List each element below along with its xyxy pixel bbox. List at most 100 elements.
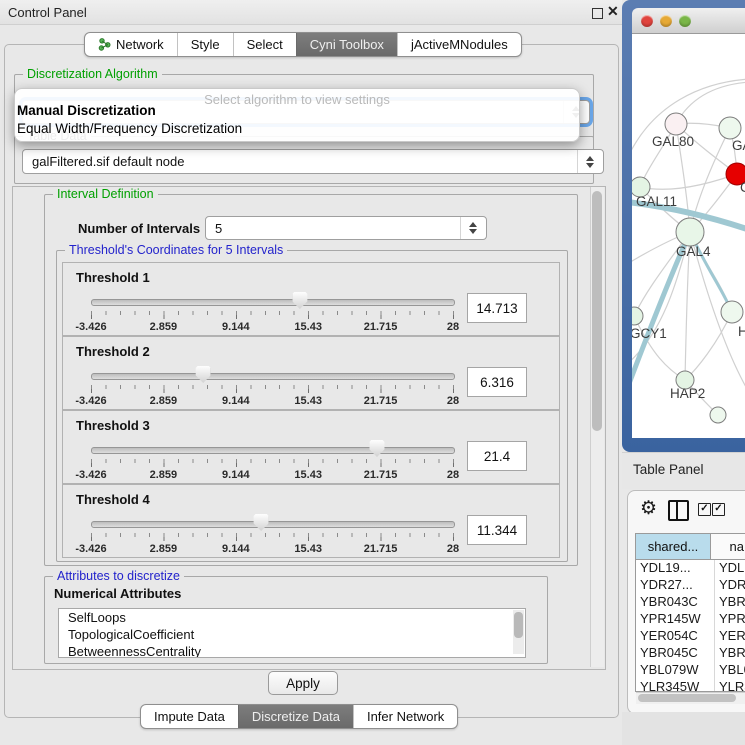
table-row[interactable]: YDL19...YDL1	[636, 560, 745, 577]
table-horizontal-scrollbar[interactable]	[636, 692, 745, 704]
tick-label: 9.144	[222, 469, 250, 481]
select-all-checkbox-icon[interactable]: ✓	[698, 503, 711, 516]
table-row[interactable]: YDR27...YDR2	[636, 577, 745, 594]
cell[interactable]: YDL19...	[636, 560, 715, 577]
tab-select[interactable]: Select	[233, 33, 296, 56]
network-canvas[interactable]: GAL80 GA C GAL11 GAL4 GCY1 H HAP2	[632, 34, 745, 438]
tab-style[interactable]: Style	[177, 33, 233, 56]
list-scrollbar[interactable]	[513, 610, 524, 654]
show-columns-icon[interactable]	[668, 500, 689, 521]
label-gcy1: GCY1	[632, 326, 667, 341]
threshold-4-value-field[interactable]: 11.344	[467, 515, 527, 545]
table-row[interactable]: YBL079WYBL0	[636, 662, 745, 679]
cell[interactable]: YBL079W	[636, 662, 715, 679]
threshold-3-value-field[interactable]: 21.4	[467, 441, 527, 471]
cell[interactable]: YDR2	[715, 577, 745, 594]
column-header-name[interactable]: na	[711, 534, 745, 559]
list-item[interactable]: TopologicalCoefficient	[59, 626, 525, 643]
table-row[interactable]: YLR345WYLR3	[636, 679, 745, 692]
node-gcy1[interactable]	[632, 307, 643, 325]
tick-label: 15.43	[294, 543, 322, 555]
tab-jactivemnodules-label: jActiveMNodules	[411, 37, 508, 52]
float-window-icon[interactable]	[592, 8, 603, 19]
tab-jactivemnodules[interactable]: jActiveMNodules	[397, 33, 521, 56]
cell[interactable]: YDR27...	[636, 577, 715, 594]
cell[interactable]: YPR1	[715, 611, 745, 628]
cell[interactable]: YLR345W	[636, 679, 715, 692]
slider-scale: -3.426 2.859 9.144 15.43 21.715 28	[91, 467, 453, 481]
cell[interactable]: YBR043C	[636, 594, 715, 611]
cell[interactable]: YER054C	[636, 628, 715, 645]
table-row[interactable]: YBR045CYBR0	[636, 645, 745, 662]
node-partial-bottom[interactable]	[710, 407, 726, 423]
table-row[interactable]: YBR043CYBR0	[636, 594, 745, 611]
threshold-1-value-field[interactable]: 14.713	[467, 293, 527, 323]
cell[interactable]: YDL1	[715, 560, 745, 577]
slider-scale: -3.426 2.859 9.144 15.43 21.715 28	[91, 319, 453, 333]
list-item[interactable]: SelfLoops	[59, 609, 525, 626]
table-data-combobox[interactable]: galFiltered.sif default node	[22, 149, 604, 174]
table-panel-title: Table Panel	[633, 462, 704, 477]
table-hscrollbar-thumb[interactable]	[638, 694, 736, 702]
table-row[interactable]: YER054CYER0	[636, 628, 745, 645]
node-table: shared... na YDL19...YDL1 YDR27...YDR2 Y…	[635, 533, 745, 692]
apply-button[interactable]: Apply	[268, 671, 338, 695]
close-icon[interactable]: ✕	[607, 3, 619, 20]
slider-scale: -3.426 2.859 9.144 15.43 21.715 28	[91, 541, 453, 555]
tick-label: -3.426	[75, 395, 106, 407]
tick-label: 9.144	[222, 395, 250, 407]
table-row[interactable]: YPR145WYPR1	[636, 611, 745, 628]
tab-discretize-data[interactable]: Discretize Data	[238, 705, 353, 728]
tick-label: 28	[447, 469, 459, 481]
threshold-2-panel: Threshold 2 -3.426 2.859 9.144 15.43 21.…	[62, 336, 560, 410]
tick-label: 15.43	[294, 469, 322, 481]
control-panel-titlebar	[0, 0, 622, 25]
numerical-attributes-list[interactable]: SelfLoops TopologicalCoefficient Between…	[58, 608, 526, 658]
number-of-intervals-label: Number of Intervals	[78, 221, 200, 236]
close-traffic-light-icon[interactable]	[641, 15, 653, 27]
threshold-2-slider-handle[interactable]	[196, 366, 211, 383]
cell[interactable]: YBR0	[715, 594, 745, 611]
popup-option-manual-discretization[interactable]: Manual Discretization	[17, 103, 156, 118]
threshold-1-slider-handle[interactable]	[292, 292, 307, 309]
minimize-traffic-light-icon[interactable]	[660, 15, 672, 27]
network-icon	[98, 38, 111, 51]
tab-impute-data[interactable]: Impute Data	[141, 705, 238, 728]
list-item[interactable]: BetweennessCentrality	[59, 643, 525, 658]
threshold-4-slider-handle[interactable]	[254, 514, 269, 531]
column-header-shared-name[interactable]: shared...	[636, 534, 711, 559]
node-partial-right-top[interactable]	[719, 117, 741, 139]
tab-network[interactable]: Network	[85, 33, 177, 56]
slider-minor-ticks	[91, 311, 454, 315]
zoom-traffic-light-icon[interactable]	[679, 15, 691, 27]
label-gal11: GAL11	[636, 194, 677, 209]
cell[interactable]: YPR145W	[636, 611, 715, 628]
cell[interactable]: YER0	[715, 628, 745, 645]
control-panel-tabs: Network Style Select Cyni Toolbox jActiv…	[84, 32, 522, 57]
label-gal4: GAL4	[676, 244, 711, 259]
list-scrollbar-thumb[interactable]	[514, 612, 523, 638]
numerical-attributes-heading: Numerical Attributes	[54, 586, 181, 601]
tick-label: 2.859	[150, 543, 178, 555]
cell[interactable]: YLR3	[715, 679, 745, 692]
cell[interactable]: YBR045C	[636, 645, 715, 662]
cell[interactable]: YBR0	[715, 645, 745, 662]
vertical-scrollbar-thumb[interactable]	[592, 191, 602, 431]
threshold-2-value-field[interactable]: 6.316	[467, 367, 527, 397]
vertical-scrollbar[interactable]	[590, 187, 604, 667]
popup-option-equal-width-frequency[interactable]: Equal Width/Frequency Discretization	[17, 121, 242, 136]
tab-network-label: Network	[116, 37, 164, 52]
cell[interactable]: YBL0	[715, 662, 745, 679]
tab-infer-network[interactable]: Infer Network	[353, 705, 457, 728]
screen: Control Panel ✕ Network Style Select Cyn…	[0, 0, 745, 745]
node-gal80[interactable]	[665, 113, 687, 135]
tab-cyni-toolbox[interactable]: Cyni Toolbox	[296, 33, 397, 56]
node-gal4[interactable]	[676, 218, 704, 246]
network-window-titlebar[interactable]	[632, 8, 745, 34]
number-of-intervals-value: 5	[215, 221, 222, 236]
threshold-3-slider-handle[interactable]	[369, 440, 384, 457]
table-options-button[interactable]: ⚙	[640, 499, 657, 519]
node-partial-right-mid[interactable]	[721, 301, 743, 323]
number-of-intervals-combobox[interactable]: 5	[205, 216, 487, 240]
select-column-checkbox-icon[interactable]: ✓	[712, 503, 725, 516]
